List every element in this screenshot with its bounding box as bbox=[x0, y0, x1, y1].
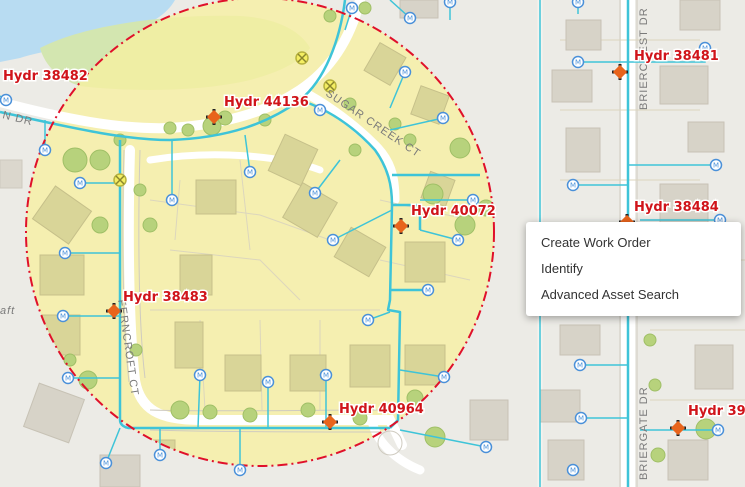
svg-text:M: M bbox=[715, 427, 721, 435]
meter-icon[interactable]: M bbox=[711, 423, 725, 437]
meter-icon[interactable]: M bbox=[0, 93, 13, 107]
svg-text:M: M bbox=[455, 237, 461, 245]
svg-text:M: M bbox=[330, 237, 336, 245]
svg-text:M: M bbox=[323, 372, 329, 380]
svg-text:M: M bbox=[312, 190, 318, 198]
svg-text:M: M bbox=[77, 180, 83, 188]
svg-text:M: M bbox=[407, 15, 413, 23]
street-label-briergate: BRIERGATE DR bbox=[638, 386, 650, 480]
svg-text:M: M bbox=[169, 197, 175, 205]
context-menu: Create Work Order Identify Advanced Asse… bbox=[526, 222, 741, 316]
svg-text:M: M bbox=[575, 0, 581, 7]
hydrant-label[interactable]: Hydr 44136 bbox=[223, 94, 311, 112]
meter-icon[interactable]: M bbox=[571, 55, 585, 69]
meter-icon[interactable]: M bbox=[398, 65, 412, 79]
svg-text:M: M bbox=[575, 59, 581, 67]
svg-text:M: M bbox=[197, 372, 203, 380]
meter-icon[interactable]: M bbox=[38, 143, 52, 157]
meter-icon[interactable]: M bbox=[153, 448, 167, 462]
svg-text:M: M bbox=[317, 107, 323, 115]
meter-icon[interactable]: M bbox=[99, 456, 113, 470]
svg-text:M: M bbox=[42, 147, 48, 155]
meter-icon[interactable]: M bbox=[566, 178, 580, 192]
hydrant-label[interactable]: Hydr 40964 bbox=[338, 401, 426, 419]
svg-text:M: M bbox=[237, 467, 243, 475]
meter-icon[interactable]: M bbox=[574, 411, 588, 425]
svg-text:M: M bbox=[65, 375, 71, 383]
meter-icon[interactable]: M bbox=[326, 233, 340, 247]
svg-text:M: M bbox=[447, 0, 453, 7]
hydrant-label[interactable]: Hydr 38483 bbox=[122, 289, 210, 307]
svg-text:M: M bbox=[349, 5, 355, 13]
hydrant-label[interactable]: Hydr 394 bbox=[687, 403, 745, 421]
meter-icon[interactable]: M bbox=[573, 358, 587, 372]
svg-text:M: M bbox=[570, 182, 576, 190]
hydrant-label[interactable]: Hydr 40072 bbox=[410, 203, 498, 221]
hydrant-label[interactable]: Hydr 38484 bbox=[633, 199, 721, 217]
meter-icon[interactable]: M bbox=[56, 309, 70, 323]
svg-text:M: M bbox=[365, 317, 371, 325]
meter-icon[interactable]: M bbox=[261, 375, 275, 389]
buffer-fill bbox=[26, 0, 494, 466]
svg-text:M: M bbox=[247, 169, 253, 177]
meter-icon[interactable]: M bbox=[345, 1, 359, 15]
hydrant-label[interactable]: Hydr 38482 bbox=[2, 68, 90, 86]
svg-text:M: M bbox=[570, 467, 576, 475]
svg-text:M: M bbox=[103, 460, 109, 468]
meter-icon[interactable]: M bbox=[479, 440, 493, 454]
meter-icon[interactable]: M bbox=[443, 0, 457, 9]
advanced-asset-search-menu-item[interactable]: Advanced Asset Search bbox=[526, 282, 741, 308]
meter-icon[interactable]: M bbox=[319, 368, 333, 382]
meter-icon[interactable]: M bbox=[243, 165, 257, 179]
hydrant-label[interactable]: Hydr 38481 bbox=[633, 48, 721, 66]
svg-text:M: M bbox=[3, 97, 9, 105]
svg-text:M: M bbox=[440, 115, 446, 123]
meter-icon[interactable]: M bbox=[233, 463, 247, 477]
meter-icon[interactable]: M bbox=[709, 158, 723, 172]
meter-icon[interactable]: M bbox=[165, 193, 179, 207]
svg-text:M: M bbox=[157, 452, 163, 460]
meter-icon[interactable]: M bbox=[437, 370, 451, 384]
meter-icon[interactable]: M bbox=[308, 186, 322, 200]
svg-text:M: M bbox=[265, 379, 271, 387]
meter-icon[interactable]: M bbox=[61, 371, 75, 385]
svg-text:M: M bbox=[578, 415, 584, 423]
svg-text:M: M bbox=[402, 69, 408, 77]
meter-icon[interactable]: M bbox=[421, 283, 435, 297]
meter-icon[interactable]: M bbox=[58, 246, 72, 260]
meter-icon[interactable]: M bbox=[313, 103, 327, 117]
meter-icon[interactable]: M bbox=[193, 368, 207, 382]
svg-text:M: M bbox=[441, 374, 447, 382]
create-work-order-menu-item[interactable]: Create Work Order bbox=[526, 230, 741, 256]
meter-icon[interactable]: M bbox=[571, 0, 585, 9]
svg-text:M: M bbox=[425, 287, 431, 295]
meter-icon[interactable]: M bbox=[73, 176, 87, 190]
street-label-aft: aft bbox=[0, 305, 15, 317]
meter-icon[interactable]: M bbox=[436, 111, 450, 125]
svg-text:M: M bbox=[713, 162, 719, 170]
svg-text:M: M bbox=[60, 313, 66, 321]
identify-menu-item[interactable]: Identify bbox=[526, 256, 741, 282]
meter-icon[interactable]: M bbox=[403, 11, 417, 25]
svg-text:M: M bbox=[62, 250, 68, 258]
meter-icon[interactable]: M bbox=[566, 463, 580, 477]
svg-text:M: M bbox=[577, 362, 583, 370]
svg-text:M: M bbox=[483, 444, 489, 452]
meter-icon[interactable]: M bbox=[451, 233, 465, 247]
meter-icon[interactable]: M bbox=[361, 313, 375, 327]
